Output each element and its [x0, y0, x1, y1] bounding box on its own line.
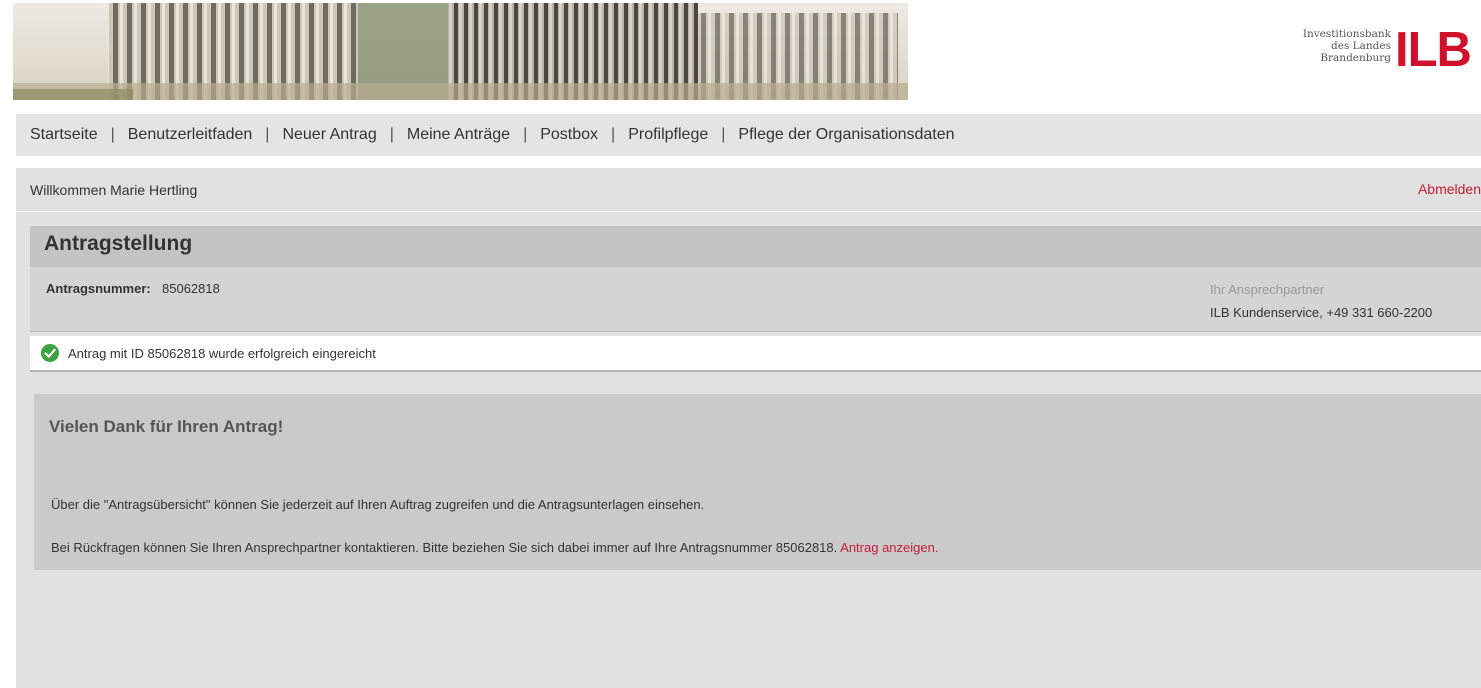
contact-person-label: Ihr Ansprechpartner: [1210, 282, 1325, 297]
nav-separator: |: [110, 126, 115, 143]
nav-separator: |: [721, 126, 726, 143]
nav-startseite[interactable]: Startseite: [30, 126, 98, 144]
logo-line-2: des Landes: [1331, 40, 1391, 52]
logo-line-3: Brandenburg: [1320, 52, 1391, 64]
page-header: Antragstellung: [30, 226, 1481, 267]
nav-profilpflege[interactable]: Profilpflege: [628, 126, 708, 144]
application-number-value: 85062818: [162, 281, 220, 296]
logo-mark: ILB: [1395, 23, 1472, 77]
nav-separator: |: [389, 126, 394, 143]
success-message: Antrag mit ID 85062818 wurde erfolgreich…: [30, 336, 1481, 372]
application-info: Antragsnummer: 85062818 Ihr Ansprechpart…: [30, 267, 1481, 332]
page-title: Antragstellung: [44, 232, 193, 255]
welcome-text: Willkommen Marie Hertling: [30, 181, 198, 198]
main-content: Antragstellung Antragsnummer: 85062818 I…: [16, 212, 1481, 688]
nav-postbox[interactable]: Postbox: [540, 126, 598, 144]
confirmation-paragraph-overview: Über die "Antragsübersicht" können Sie j…: [51, 497, 705, 512]
check-circle-icon: [41, 344, 59, 362]
confirmation-contact-text: Bei Rückfragen können Sie Ihren Ansprech…: [51, 540, 838, 555]
main-navigation: Startseite | Benutzerleitfaden | Neuer A…: [16, 114, 1481, 156]
logo-text: Investitionsbank des Landes Brandenburg: [1303, 28, 1391, 64]
success-text: Antrag mit ID 85062818 wurde erfolgreich…: [68, 346, 376, 361]
header-banner-image: [13, 3, 908, 100]
nav-pflege-organisationsdaten[interactable]: Pflege der Organisationsdaten: [738, 126, 954, 144]
logo-line-1: Investitionsbank: [1302, 28, 1391, 40]
nav-separator: |: [523, 126, 528, 143]
nav-meine-antraege[interactable]: Meine Anträge: [407, 126, 510, 144]
logout-link[interactable]: Abmelden: [1418, 181, 1481, 197]
nav-benutzerleitfaden[interactable]: Benutzerleitfaden: [128, 126, 253, 144]
nav-separator: |: [265, 126, 270, 143]
welcome-bar: Willkommen Marie Hertling Abmelden: [16, 168, 1481, 211]
contact-person-value: ILB Kundenservice, +49 331 660-2200: [1210, 305, 1433, 320]
ilb-logo: Investitionsbank des Landes Brandenburg …: [1286, 22, 1481, 82]
confirmation-title: Vielen Dank für Ihren Antrag!: [49, 417, 284, 436]
confirmation-paragraph-contact: Bei Rückfragen können Sie Ihren Ansprech…: [51, 540, 938, 555]
nav-neuer-antrag[interactable]: Neuer Antrag: [282, 126, 376, 144]
nav-separator: |: [611, 126, 616, 143]
show-application-link[interactable]: Antrag anzeigen.: [840, 540, 938, 555]
application-number-label: Antragsnummer:: [46, 281, 151, 296]
confirmation-box: Vielen Dank für Ihren Antrag! Über die "…: [34, 394, 1481, 570]
